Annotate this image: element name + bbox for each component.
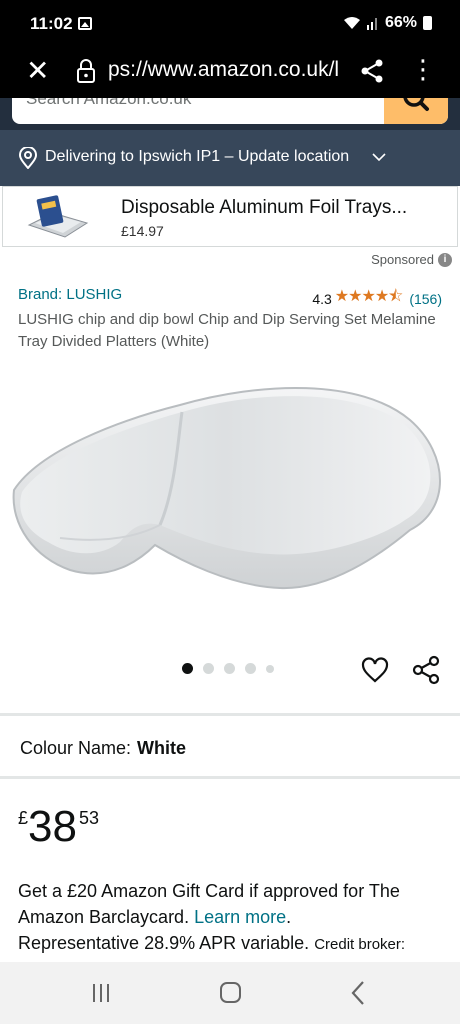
sponsored-product-ad[interactable]: Disposable Aluminum Foil Trays... £14.97 — [2, 186, 458, 247]
colour-label: Colour Name: — [20, 738, 132, 758]
product-price: £ 38 53 — [18, 804, 99, 850]
status-bar: 11:02 66% — [0, 0, 460, 48]
colour-selector: Colour Name: White — [20, 738, 186, 759]
carousel-dot-1[interactable] — [182, 663, 193, 674]
credit-broker-text: Credit broker: — [314, 936, 406, 953]
sponsored-label-row[interactable]: Sponsored i — [371, 252, 452, 267]
heart-icon[interactable] — [361, 656, 389, 684]
gallery-notification-icon — [78, 17, 92, 30]
signal-icon — [366, 18, 377, 30]
recent-apps-icon[interactable] — [91, 982, 113, 1004]
barclaycard-promo: Get a £20 Amazon Gift Card if approved f… — [18, 878, 448, 958]
carousel-dot-2[interactable] — [203, 663, 214, 674]
share-icon[interactable] — [360, 58, 384, 84]
product-image[interactable] — [0, 360, 460, 620]
battery-percent: 66% — [384, 14, 417, 31]
colour-value: White — [137, 738, 187, 758]
promo-period: . — [286, 907, 292, 927]
wifi-icon — [343, 17, 360, 29]
delivery-location-bar[interactable]: Delivering to Ipswich IP1 – Update locat… — [0, 130, 460, 186]
divider — [0, 713, 460, 716]
delivery-text: Delivering to Ipswich IP1 – Update locat… — [45, 148, 350, 165]
product-title: LUSHIG chip and dip bowl Chip and Dip Se… — [18, 311, 436, 350]
home-icon[interactable] — [220, 982, 241, 1003]
back-icon[interactable] — [350, 980, 366, 1006]
carousel-dot-5[interactable] — [266, 664, 274, 673]
system-nav-bar — [0, 962, 460, 1024]
star-rating-icon: ★★★★⯪ — [334, 288, 404, 305]
search-icon — [403, 98, 429, 111]
search-input[interactable]: Search Amazon.co.uk — [26, 98, 191, 109]
lock-icon[interactable] — [76, 58, 96, 84]
more-menu-icon[interactable]: ⋮ — [410, 56, 436, 82]
url-text[interactable]: ps://www.amazon.co.uk/l — [108, 58, 346, 82]
status-time: 11:02 — [30, 14, 73, 33]
foil-tray-thumbnail — [27, 195, 89, 238]
price-fraction: 53 — [78, 808, 99, 828]
status-right: 66% — [343, 14, 432, 32]
search-button[interactable] — [384, 98, 448, 124]
close-tab-icon[interactable]: ✕ — [26, 56, 49, 86]
location-pin-icon — [18, 147, 38, 169]
divider — [0, 776, 460, 779]
ad-title[interactable]: Disposable Aluminum Foil Trays... — [121, 197, 407, 219]
learn-more-link[interactable]: Learn more — [194, 907, 286, 927]
search-box[interactable]: Search Amazon.co.uk — [12, 98, 448, 124]
brand-link[interactable]: Brand: LUSHIG — [18, 286, 122, 303]
rating-summary[interactable]: 4.3 ★★★★⯪ (156) — [312, 285, 442, 312]
info-icon[interactable]: i — [438, 252, 452, 267]
review-count[interactable]: (156) — [409, 291, 442, 307]
price-whole: 38 — [28, 802, 77, 851]
battery-icon — [423, 16, 432, 30]
sponsored-label: Sponsored — [371, 252, 434, 267]
chevron-down-icon — [372, 153, 386, 162]
browser-url-bar: ✕ ps://www.amazon.co.uk/l ⋮ — [0, 48, 460, 98]
ad-price: £14.97 — [121, 223, 164, 239]
carousel-dot-4[interactable] — [245, 663, 256, 674]
price-currency: £ — [18, 808, 29, 828]
rating-value: 4.3 — [312, 290, 332, 307]
share-product-icon[interactable] — [412, 655, 440, 685]
carousel-dot-3[interactable] — [224, 663, 235, 674]
image-carousel-dots[interactable] — [182, 663, 274, 674]
apr-text: Representative 28.9% APR variable. — [18, 933, 310, 953]
